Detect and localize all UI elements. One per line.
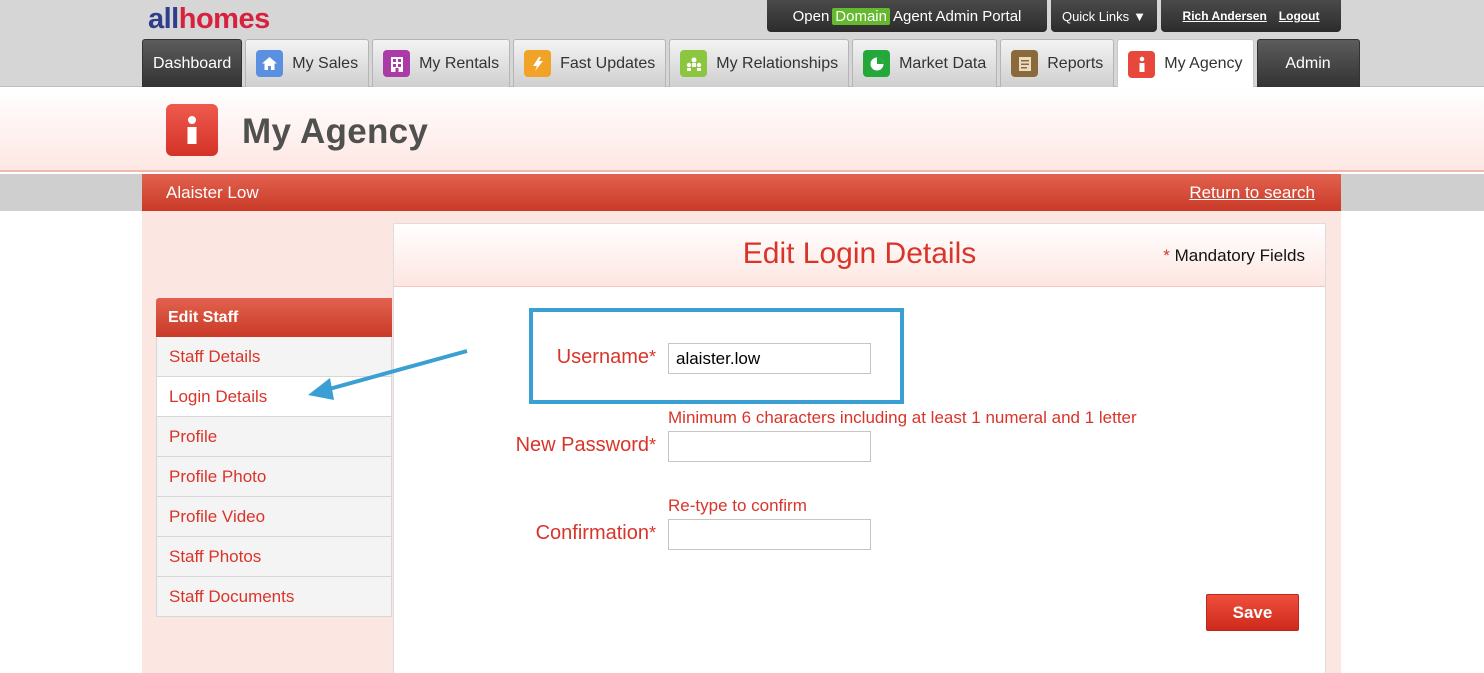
- portal-domain-badge: Domain: [832, 7, 890, 25]
- tab-label: Market Data: [899, 54, 987, 72]
- document-icon: [1011, 50, 1039, 77]
- chevron-down-icon: ▼: [1133, 8, 1147, 24]
- tab-my-agency[interactable]: My Agency: [1117, 39, 1254, 88]
- tab-label: My Relationships: [716, 54, 839, 72]
- tab-my-rentals[interactable]: My Rentals: [372, 39, 511, 87]
- top-navigation-bar: allhomes Open Domain Agent Admin Portal …: [0, 0, 1484, 88]
- sidebar-item-profile[interactable]: Profile: [156, 417, 392, 457]
- mandatory-fields-note: * Mandatory Fields: [1163, 246, 1305, 266]
- logout-link[interactable]: Logout: [1279, 9, 1320, 23]
- tab-fast-updates[interactable]: Fast Updates: [513, 39, 667, 87]
- info-person-icon: [1128, 50, 1156, 78]
- logo-part-homes: homes: [178, 3, 270, 35]
- tab-market-data[interactable]: Market Data: [852, 39, 998, 87]
- tab-label: My Agency: [1164, 55, 1243, 72]
- confirm-hint: Re-type to confirm: [668, 496, 807, 515]
- confirmation-label-text: Confirmation: [535, 522, 649, 544]
- house-icon: [256, 50, 284, 77]
- mandatory-star: *: [1163, 246, 1170, 265]
- pie-chart-icon: [863, 50, 891, 77]
- annotation-arrow-icon: [308, 349, 468, 400]
- staff-name: Alaister Low: [166, 182, 259, 202]
- save-button[interactable]: Save: [1206, 594, 1299, 631]
- building-icon: [383, 50, 411, 77]
- tab-label: Admin: [1285, 54, 1331, 72]
- logo-part-all: all: [148, 3, 179, 35]
- quick-links-dropdown[interactable]: Quick Links ▼: [1051, 0, 1157, 32]
- confirmation-input[interactable]: [668, 519, 871, 550]
- portal-title-text: Agent Admin Portal: [892, 7, 1022, 25]
- user-name-link[interactable]: Rich Andersen: [1183, 9, 1267, 23]
- page-title: My Agency: [242, 112, 429, 151]
- password-hint: Minimum 6 characters including at least …: [668, 408, 1137, 427]
- tab-label: My Sales: [292, 54, 359, 72]
- lightning-icon: [524, 50, 552, 77]
- sidebar-item-staff-documents[interactable]: Staff Documents: [156, 577, 392, 617]
- staff-subheader: Alaister Low Return to search: [142, 174, 1341, 211]
- username-highlight-box: [529, 308, 904, 404]
- tab-dashboard[interactable]: Dashboard: [142, 39, 243, 87]
- tab-label: Fast Updates: [560, 54, 656, 72]
- agent-admin-portal-link[interactable]: Open Domain Agent Admin Portal: [767, 0, 1047, 32]
- sidebar-item-staff-photos[interactable]: Staff Photos: [156, 537, 392, 577]
- tab-my-sales[interactable]: My Sales: [245, 39, 370, 87]
- sidebar-item-profile-video[interactable]: Profile Video: [156, 497, 392, 537]
- panel-header: Edit Login Details * Mandatory Fields: [394, 224, 1325, 287]
- new-password-label-text: New Password: [515, 434, 649, 456]
- tab-my-relationships[interactable]: My Relationships: [669, 39, 850, 87]
- new-password-input[interactable]: [668, 431, 871, 462]
- tab-admin[interactable]: Admin: [1256, 39, 1360, 87]
- user-box: Rich Andersen Logout: [1161, 0, 1341, 32]
- quick-links-label: Quick Links: [1061, 8, 1130, 24]
- tab-label: My Rentals: [419, 54, 500, 72]
- required-star: *: [648, 523, 656, 543]
- portal-open-text: Open: [792, 7, 830, 25]
- required-star: *: [648, 435, 656, 455]
- new-password-label: New Password*: [436, 434, 656, 457]
- allhomes-logo[interactable]: allhomes: [148, 3, 270, 36]
- confirmation-label: Confirmation*: [436, 522, 656, 545]
- main-tabs: Dashboard My Sales My Rentals Fast Updat…: [142, 39, 1363, 88]
- tab-label: Dashboard: [153, 54, 232, 72]
- page-header: My Agency: [0, 87, 1484, 172]
- my-agency-icon: [166, 104, 218, 156]
- people-icon: [680, 50, 708, 77]
- mandatory-text: Mandatory Fields: [1174, 246, 1305, 265]
- sidebar-heading: Edit Staff: [156, 298, 392, 337]
- tab-reports[interactable]: Reports: [1000, 39, 1115, 87]
- sidebar-item-profile-photo[interactable]: Profile Photo: [156, 457, 392, 497]
- tab-label: Reports: [1047, 54, 1104, 72]
- return-to-search-link[interactable]: Return to search: [1189, 183, 1315, 203]
